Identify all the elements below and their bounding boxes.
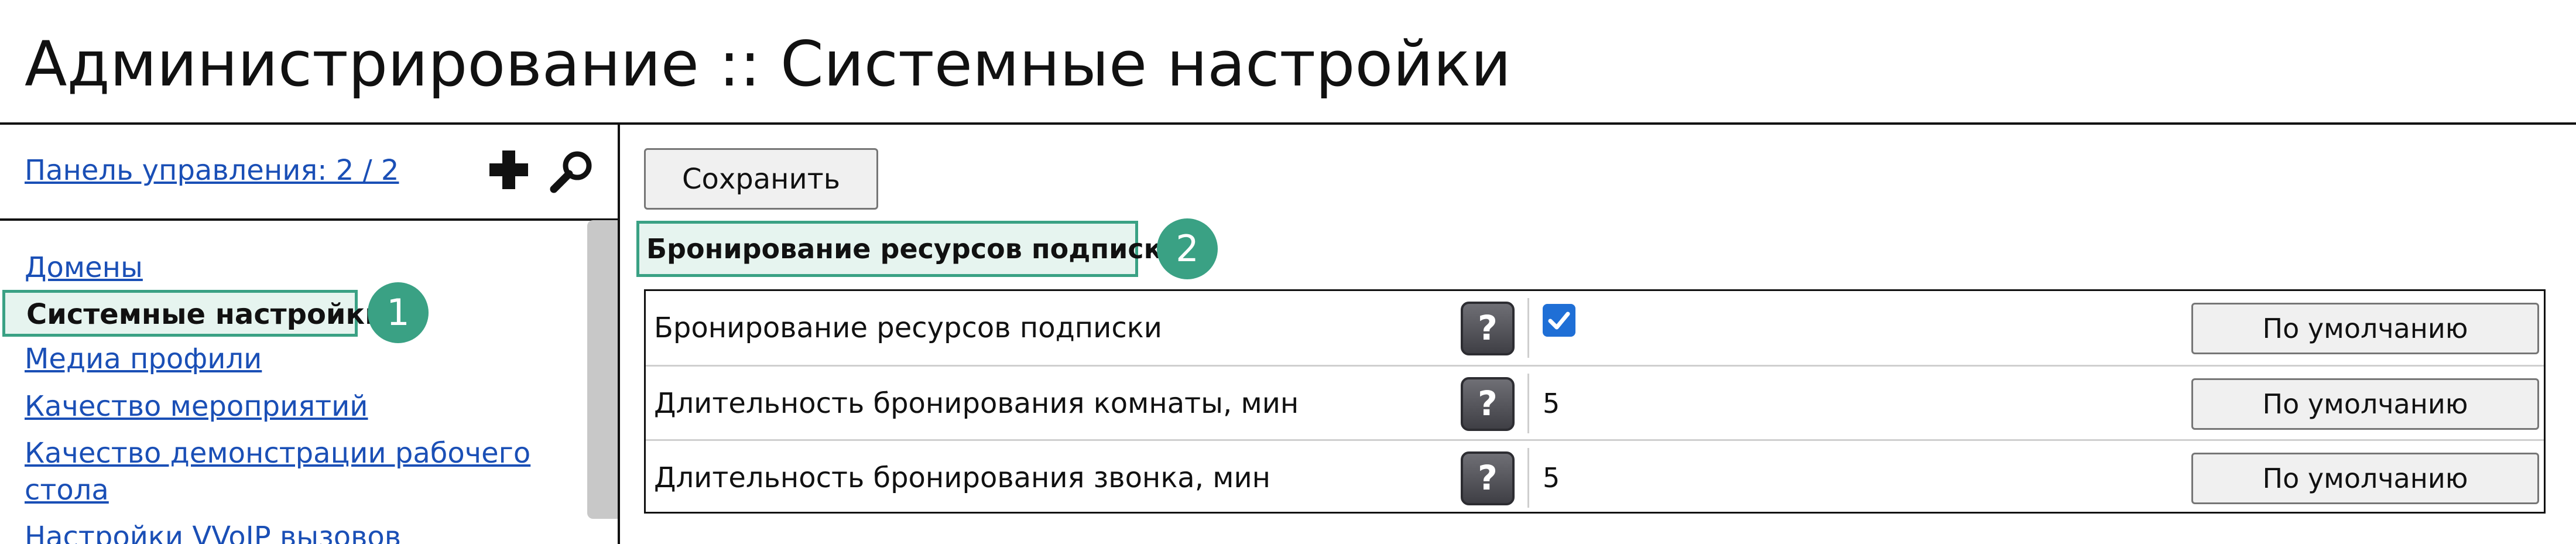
sidebar-item-vvoip-settings[interactable]: Настройки VVoIP вызовов [25,519,401,544]
sidebar: Панель управления: 2 / 2 Домены Системны… [0,125,620,544]
section-title: Бронирование ресурсов подписки [636,221,1181,277]
column-divider [1527,448,1529,508]
default-button[interactable]: По умолчанию [2191,303,2539,354]
sidebar-item-desktop-sharing-quality[interactable]: Качество демонстрации рабочего [25,435,530,471]
table-row: Бронирование ресурсов подписки ? По умол… [646,291,2544,365]
help-icon[interactable]: ? [1461,451,1515,505]
callout-badge-1: 1 [368,282,429,343]
sidebar-item-media-profiles[interactable]: Медиа профили [25,341,262,377]
sidebar-header: Панель управления: 2 / 2 [0,125,618,221]
column-divider [1527,298,1529,358]
scrollbar-thumb[interactable] [587,220,618,519]
sidebar-item-desktop-sharing-quality-cont[interactable]: стола [25,472,109,508]
control-panel-link[interactable]: Панель управления: 2 / 2 [25,154,399,187]
settings-table: Бронирование ресурсов подписки ? По умол… [644,289,2546,514]
subscription-reservation-checkbox[interactable] [1543,304,1575,337]
setting-label: Длительность бронирования комнаты, мин [654,387,1299,420]
section-title-text: Бронирование ресурсов подписки [646,233,1181,265]
setting-label: Длительность бронирования звонка, мин [654,461,1271,494]
setting-label: Бронирование ресурсов подписки [654,312,1162,344]
sidebar-item-event-quality[interactable]: Качество мероприятий [25,388,368,425]
sidebar-item-system-settings[interactable]: Системные настройки [2,290,385,337]
column-divider [1527,374,1529,433]
room-reservation-value[interactable]: 5 [1543,367,1560,440]
plus-icon[interactable] [487,148,530,191]
sidebar-item-label: Системные настройки [26,298,385,331]
save-button[interactable]: Сохранить [644,148,878,210]
search-icon[interactable] [549,147,596,194]
help-icon[interactable]: ? [1461,377,1515,431]
callout-badge-2: 2 [1157,218,1218,279]
sidebar-item-domains[interactable]: Домены [25,249,143,286]
table-row: Длительность бронирования звонка, мин ? … [646,439,2544,515]
table-row: Длительность бронирования комнаты, мин ?… [646,365,2544,440]
help-icon[interactable]: ? [1461,302,1515,355]
default-button[interactable]: По умолчанию [2191,378,2539,430]
call-reservation-value[interactable]: 5 [1543,441,1560,515]
default-button[interactable]: По умолчанию [2191,453,2539,504]
page-title: Администрирование :: Системные настройки [25,28,1512,100]
